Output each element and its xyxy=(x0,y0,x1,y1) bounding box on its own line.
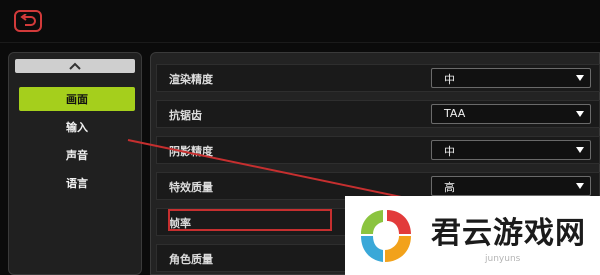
watermark-logo-icon xyxy=(361,210,411,262)
watermark-subtitle: junyuns xyxy=(485,254,521,264)
watermark: 君云游戏网 junyuns xyxy=(345,196,600,275)
watermark-title: 君云游戏网 xyxy=(431,216,586,251)
